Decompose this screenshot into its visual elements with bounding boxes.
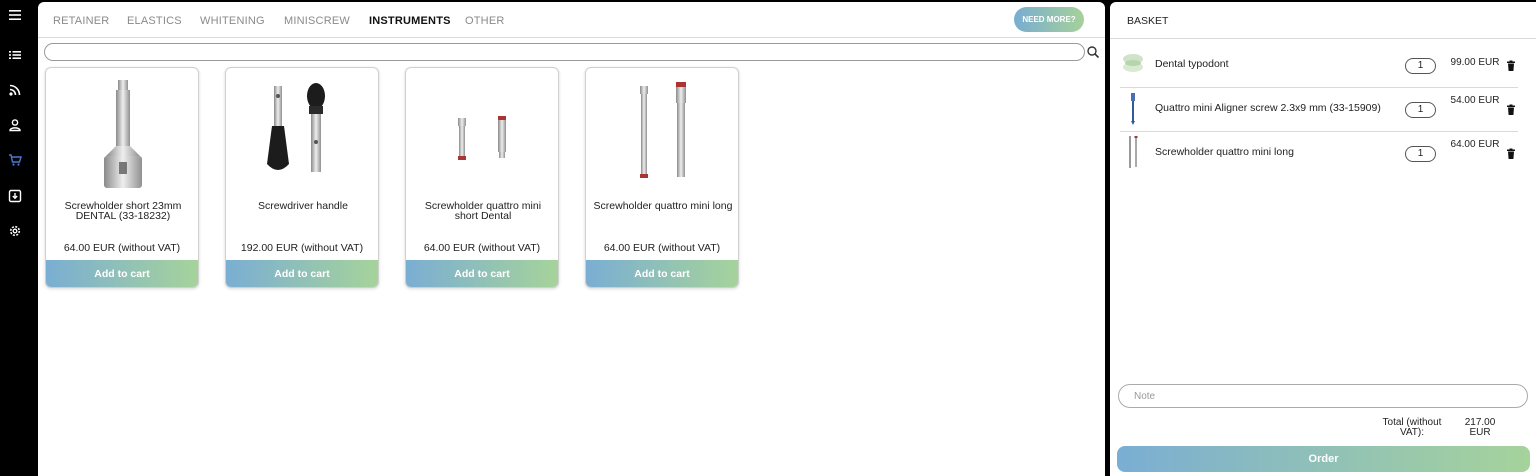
total-label: Total (without VAT): xyxy=(1382,417,1442,438)
product-image-screwholder-short xyxy=(104,80,142,188)
product-card: Screwdriver handle 192.00 EUR (without V… xyxy=(225,67,379,288)
product-card: Screwholder quattro mini short Dental 64… xyxy=(405,67,559,288)
basket-item-price: 64.00 EUR xyxy=(1450,139,1500,150)
need-more-button[interactable]: NEED MORE? xyxy=(1014,7,1084,32)
quantity-field[interactable]: 1 xyxy=(1405,102,1436,118)
divider xyxy=(1110,38,1536,39)
trash-icon[interactable] xyxy=(1505,60,1517,72)
gear-icon[interactable] xyxy=(7,223,23,239)
basket-item-name: Quattro mini Aligner screw 2.3x9 mm (33-… xyxy=(1155,102,1381,114)
product-name: Screwholder quattro mini long xyxy=(593,200,733,212)
rss-icon[interactable] xyxy=(7,82,23,98)
cart-icon[interactable] xyxy=(7,152,23,168)
product-image-screwholder-quattro-long xyxy=(640,82,686,178)
quantity-field[interactable]: 1 xyxy=(1405,58,1436,74)
basket-item: Dental typodont 1 99.00 EUR xyxy=(1120,44,1518,88)
basket-item-price: 54.00 EUR xyxy=(1450,95,1500,106)
product-thumbnail xyxy=(1129,136,1138,168)
user-icon[interactable] xyxy=(7,117,23,133)
note-input[interactable] xyxy=(1118,384,1528,408)
add-to-cart-button[interactable]: Add to cart xyxy=(406,260,558,287)
trash-icon[interactable] xyxy=(1505,148,1517,160)
tab-whitening[interactable]: WHITENING xyxy=(200,15,265,27)
product-price: 64.00 EUR (without VAT) xyxy=(603,242,721,254)
search-input[interactable] xyxy=(44,43,1085,61)
tab-miniscrew[interactable]: MINISCREW xyxy=(284,15,350,27)
basket-item: Screwholder quattro mini long 1 64.00 EU… xyxy=(1120,132,1518,176)
category-tabs: RETAINER ELASTICS WHITENING MINISCREW IN… xyxy=(38,2,1105,38)
add-to-cart-button[interactable]: Add to cart xyxy=(46,260,198,287)
search-icon[interactable] xyxy=(1086,45,1100,59)
basket-panel: BASKET Dental typodont 1 99.00 EUR Quatt… xyxy=(1110,2,1536,476)
product-price: 64.00 EUR (without VAT) xyxy=(63,242,181,254)
product-name: Screwholder quattro mini short Dental xyxy=(424,200,542,222)
tab-other[interactable]: OTHER xyxy=(465,15,505,27)
basket-item-price: 99.00 EUR xyxy=(1450,57,1500,68)
basket-title: BASKET xyxy=(1127,15,1169,27)
product-name: Screwholder short 23mm DENTAL (33-18232) xyxy=(64,200,182,222)
tab-retainer[interactable]: RETAINER xyxy=(53,15,109,27)
product-price: 64.00 EUR (without VAT) xyxy=(423,242,541,254)
product-image-screwdriver-handle xyxy=(267,83,325,172)
quantity-field[interactable]: 1 xyxy=(1405,146,1436,162)
product-name: Screwdriver handle xyxy=(258,200,348,212)
total-value: 217.00 EUR xyxy=(1464,417,1496,438)
sidebar xyxy=(0,0,30,476)
tab-elastics[interactable]: ELASTICS xyxy=(127,15,182,27)
add-to-cart-button[interactable]: Add to cart xyxy=(226,260,378,287)
trash-icon[interactable] xyxy=(1505,104,1517,116)
product-thumbnail xyxy=(1123,54,1143,72)
product-card: Screwholder short 23mm DENTAL (33-18232)… xyxy=(45,67,199,288)
product-price: 192.00 EUR (without VAT) xyxy=(240,242,364,254)
add-to-cart-button[interactable]: Add to cart xyxy=(586,260,738,287)
tab-instruments[interactable]: INSTRUMENTS xyxy=(369,15,451,27)
order-button[interactable]: Order xyxy=(1117,446,1530,472)
product-image-screwholder-quattro-short xyxy=(458,116,506,160)
list-icon[interactable] xyxy=(7,47,23,63)
product-card: Screwholder quattro mini long 64.00 EUR … xyxy=(585,67,739,288)
basket-item: Quattro mini Aligner screw 2.3x9 mm (33-… xyxy=(1120,88,1518,132)
product-thumbnail xyxy=(1131,93,1135,125)
basket-item-name: Screwholder quattro mini long xyxy=(1155,146,1294,158)
download-box-icon[interactable] xyxy=(7,188,23,204)
basket-item-name: Dental typodont xyxy=(1155,58,1229,70)
catalog-panel: RETAINER ELASTICS WHITENING MINISCREW IN… xyxy=(38,2,1105,476)
menu-icon[interactable] xyxy=(7,7,23,23)
